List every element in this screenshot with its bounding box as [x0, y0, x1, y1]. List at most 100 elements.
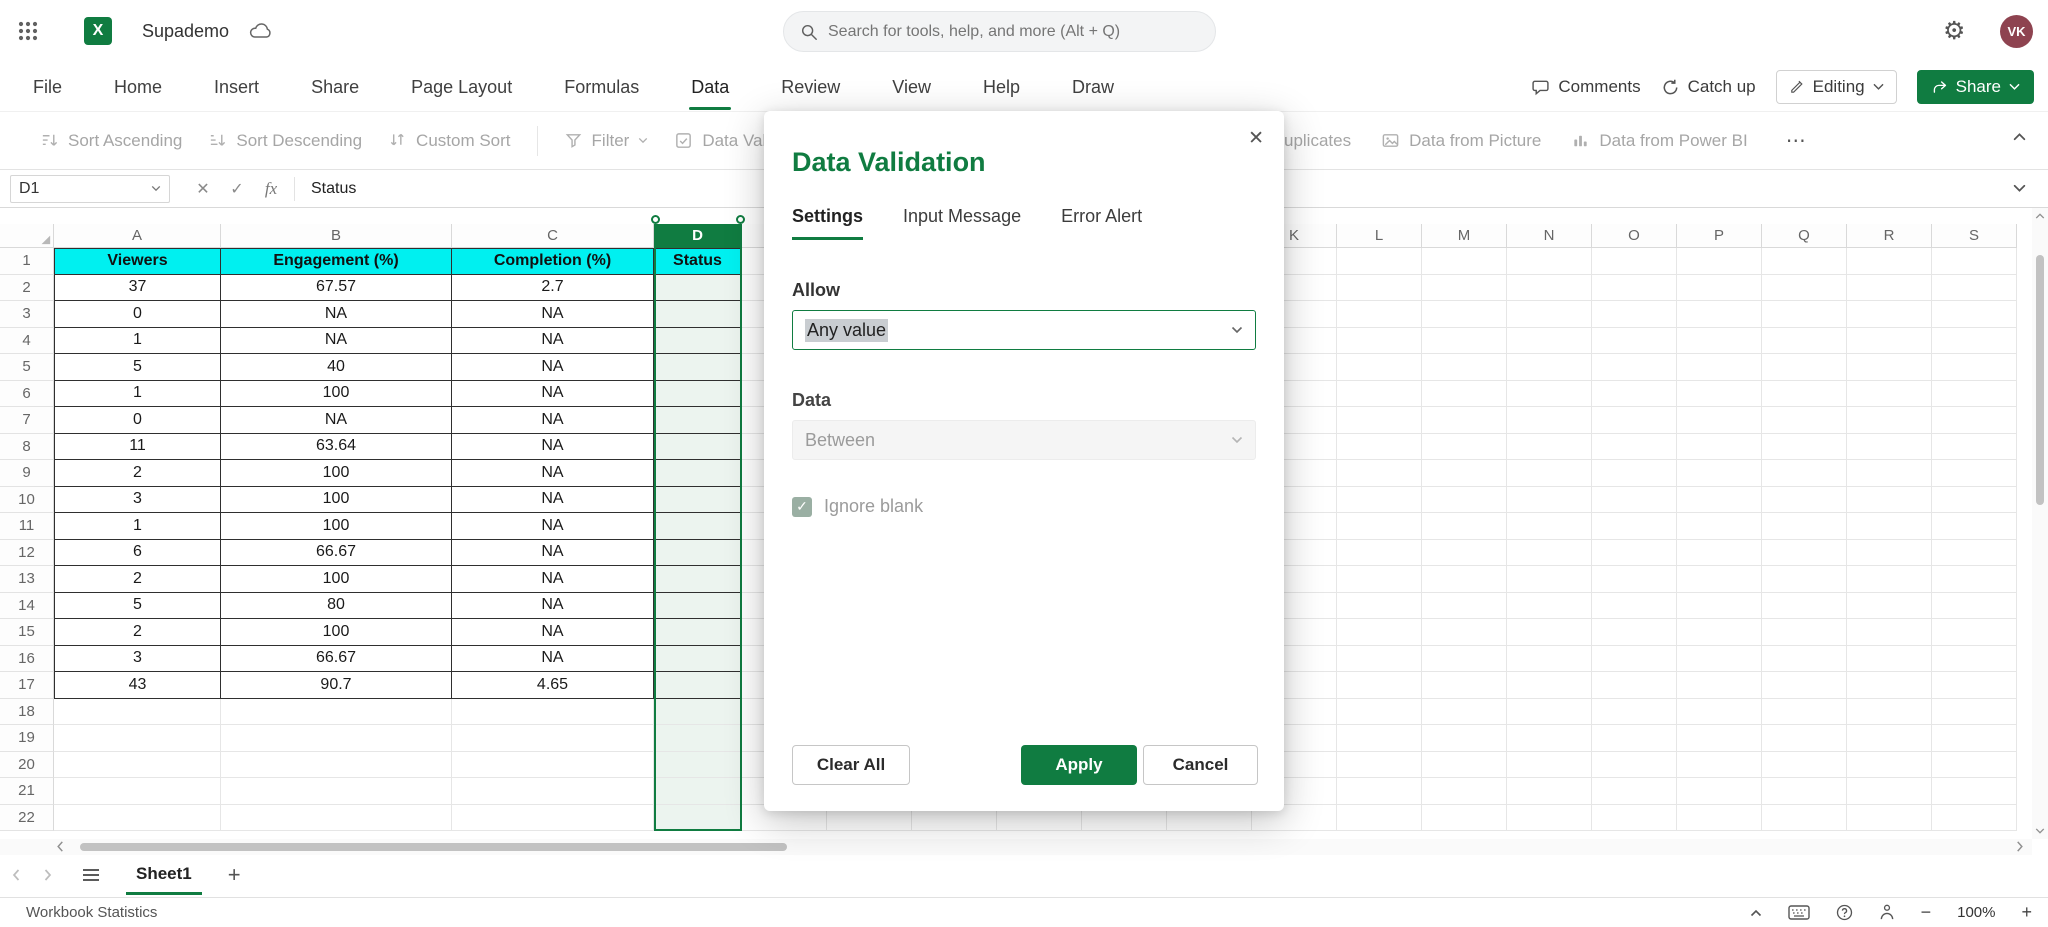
menu-data[interactable]: Data — [691, 65, 729, 110]
custom-sort-button[interactable]: Custom Sort — [388, 131, 510, 151]
cell-O3[interactable] — [1592, 301, 1677, 328]
scroll-up-arrow-icon[interactable] — [2035, 212, 2045, 220]
cell-D18[interactable] — [654, 699, 742, 726]
cell-R20[interactable] — [1847, 752, 1932, 779]
cell-D1[interactable]: Status — [654, 248, 742, 275]
column-header-B[interactable]: B — [221, 224, 452, 248]
cell-P2[interactable] — [1677, 275, 1762, 302]
cell-A10[interactable]: 3 — [54, 487, 221, 514]
cell-S8[interactable] — [1932, 434, 2017, 461]
cell-O21[interactable] — [1592, 778, 1677, 805]
cancel-entry-icon[interactable]: ✕ — [186, 179, 220, 199]
cell-L5[interactable] — [1337, 354, 1422, 381]
row-header-17[interactable]: 17 — [0, 672, 54, 699]
row-header-16[interactable]: 16 — [0, 646, 54, 673]
cell-M16[interactable] — [1422, 646, 1507, 673]
cell-M22[interactable] — [1422, 805, 1507, 832]
data-from-power-bi-button[interactable]: Data from Power BI — [1571, 131, 1747, 151]
cell-C1[interactable]: Completion (%) — [452, 248, 654, 275]
cell-B5[interactable]: 40 — [221, 354, 452, 381]
cell-R7[interactable] — [1847, 407, 1932, 434]
cell-L15[interactable] — [1337, 619, 1422, 646]
cell-O15[interactable] — [1592, 619, 1677, 646]
cell-Q11[interactable] — [1762, 513, 1847, 540]
share-button[interactable]: Share — [1917, 70, 2034, 104]
cell-N10[interactable] — [1507, 487, 1592, 514]
cell-Q22[interactable] — [1762, 805, 1847, 832]
cell-S17[interactable] — [1932, 672, 2017, 699]
cell-L6[interactable] — [1337, 381, 1422, 408]
cell-S11[interactable] — [1932, 513, 2017, 540]
cell-A18[interactable] — [54, 699, 221, 726]
cell-M18[interactable] — [1422, 699, 1507, 726]
cell-M13[interactable] — [1422, 566, 1507, 593]
tab-error-alert[interactable]: Error Alert — [1061, 206, 1142, 240]
row-header-3[interactable]: 3 — [0, 301, 54, 328]
menu-page-layout[interactable]: Page Layout — [411, 65, 512, 110]
row-header-4[interactable]: 4 — [0, 328, 54, 355]
cell-N18[interactable] — [1507, 699, 1592, 726]
cell-L11[interactable] — [1337, 513, 1422, 540]
cell-N13[interactable] — [1507, 566, 1592, 593]
cell-S1[interactable] — [1932, 248, 2017, 275]
cell-B9[interactable]: 100 — [221, 460, 452, 487]
cell-R14[interactable] — [1847, 593, 1932, 620]
cell-R10[interactable] — [1847, 487, 1932, 514]
cell-A14[interactable]: 5 — [54, 593, 221, 620]
row-header-13[interactable]: 13 — [0, 566, 54, 593]
cell-B7[interactable]: NA — [221, 407, 452, 434]
cell-C20[interactable] — [452, 752, 654, 779]
settings-gear-icon[interactable]: ⚙ — [1943, 16, 1965, 46]
row-header-21[interactable]: 21 — [0, 778, 54, 805]
workbook-statistics-button[interactable]: Workbook Statistics — [26, 904, 157, 921]
column-header-P[interactable]: P — [1677, 224, 1762, 248]
cell-R3[interactable] — [1847, 301, 1932, 328]
cell-R18[interactable] — [1847, 699, 1932, 726]
cell-N2[interactable] — [1507, 275, 1592, 302]
cell-B16[interactable]: 66.67 — [221, 646, 452, 673]
row-header-19[interactable]: 19 — [0, 725, 54, 752]
cell-S18[interactable] — [1932, 699, 2017, 726]
row-header-12[interactable]: 12 — [0, 540, 54, 567]
app-launcher-icon[interactable] — [16, 19, 40, 43]
cell-B4[interactable]: NA — [221, 328, 452, 355]
cell-Q8[interactable] — [1762, 434, 1847, 461]
select-all-corner[interactable] — [0, 224, 54, 248]
cell-N8[interactable] — [1507, 434, 1592, 461]
cell-Q4[interactable] — [1762, 328, 1847, 355]
cell-R9[interactable] — [1847, 460, 1932, 487]
cell-Q2[interactable] — [1762, 275, 1847, 302]
selection-handle-right[interactable] — [736, 215, 745, 224]
cell-B3[interactable]: NA — [221, 301, 452, 328]
row-header-2[interactable]: 2 — [0, 275, 54, 302]
cell-A21[interactable] — [54, 778, 221, 805]
cell-P11[interactable] — [1677, 513, 1762, 540]
cell-D7[interactable] — [654, 407, 742, 434]
cell-B2[interactable]: 67.57 — [221, 275, 452, 302]
cell-B13[interactable]: 100 — [221, 566, 452, 593]
cell-P22[interactable] — [1677, 805, 1762, 832]
cell-P3[interactable] — [1677, 301, 1762, 328]
cell-D14[interactable] — [654, 593, 742, 620]
cell-L7[interactable] — [1337, 407, 1422, 434]
row-header-8[interactable]: 8 — [0, 434, 54, 461]
row-header-10[interactable]: 10 — [0, 487, 54, 514]
cell-R19[interactable] — [1847, 725, 1932, 752]
cell-R6[interactable] — [1847, 381, 1932, 408]
cell-Q20[interactable] — [1762, 752, 1847, 779]
cell-R21[interactable] — [1847, 778, 1932, 805]
sheet-tab-sheet1[interactable]: Sheet1 — [126, 855, 202, 895]
cell-M1[interactable] — [1422, 248, 1507, 275]
cell-B18[interactable] — [221, 699, 452, 726]
cell-O6[interactable] — [1592, 381, 1677, 408]
cell-Q3[interactable] — [1762, 301, 1847, 328]
cell-N5[interactable] — [1507, 354, 1592, 381]
cell-L20[interactable] — [1337, 752, 1422, 779]
cell-M7[interactable] — [1422, 407, 1507, 434]
cell-O12[interactable] — [1592, 540, 1677, 567]
insert-function-icon[interactable]: fx — [254, 179, 288, 199]
cell-A8[interactable]: 11 — [54, 434, 221, 461]
cell-N4[interactable] — [1507, 328, 1592, 355]
cell-S14[interactable] — [1932, 593, 2017, 620]
column-header-O[interactable]: O — [1592, 224, 1677, 248]
